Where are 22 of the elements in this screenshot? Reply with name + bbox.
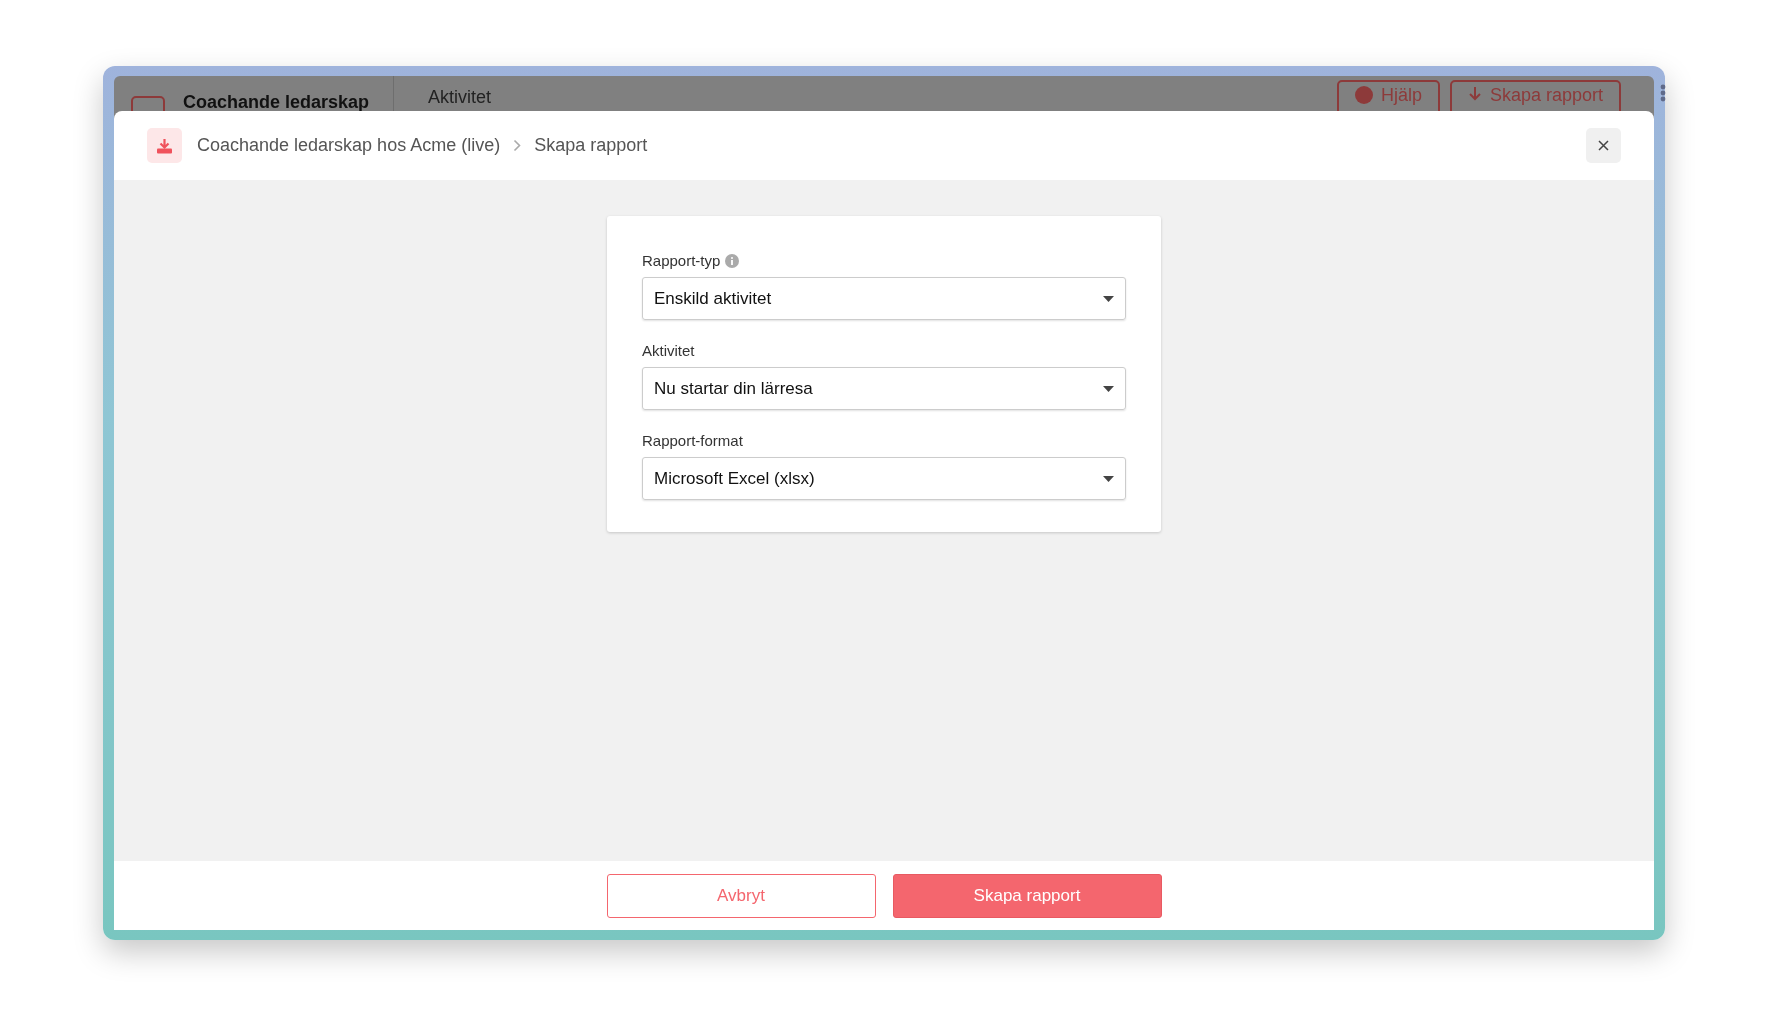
close-button[interactable]	[1586, 128, 1621, 163]
chevron-right-icon	[513, 139, 522, 152]
field-label: Rapport-typ	[642, 252, 721, 270]
caret-down-icon	[1103, 475, 1114, 482]
breadcrumb-item[interactable]: Coachande ledarskap hos Acme (live)	[197, 132, 501, 159]
download-icon	[156, 137, 173, 154]
select-field[interactable]: Enskild aktivitet	[642, 277, 1126, 320]
page-title: Coachande ledarskap	[183, 92, 370, 114]
breadcrumb-item: Skapa rapport	[534, 134, 648, 157]
info-icon[interactable]	[725, 254, 740, 268]
select-field[interactable]: Nu startar din lärresa	[642, 367, 1126, 410]
create-report-button[interactable]: Skapa rapport	[892, 873, 1162, 918]
caret-down-icon	[1103, 385, 1114, 392]
cancel-button[interactable]: Avbryt	[606, 873, 876, 918]
field-label: Aktivitet	[642, 342, 695, 360]
tab-label[interactable]: Aktivitet	[428, 87, 492, 109]
select-field[interactable]: Microsoft Excel (xlsx)	[642, 457, 1126, 500]
download-icon	[1467, 86, 1482, 102]
more-icon[interactable]	[1660, 83, 1666, 102]
caret-down-icon	[1103, 295, 1114, 302]
close-icon	[1598, 140, 1609, 151]
field-label: Rapport-format	[642, 432, 743, 450]
